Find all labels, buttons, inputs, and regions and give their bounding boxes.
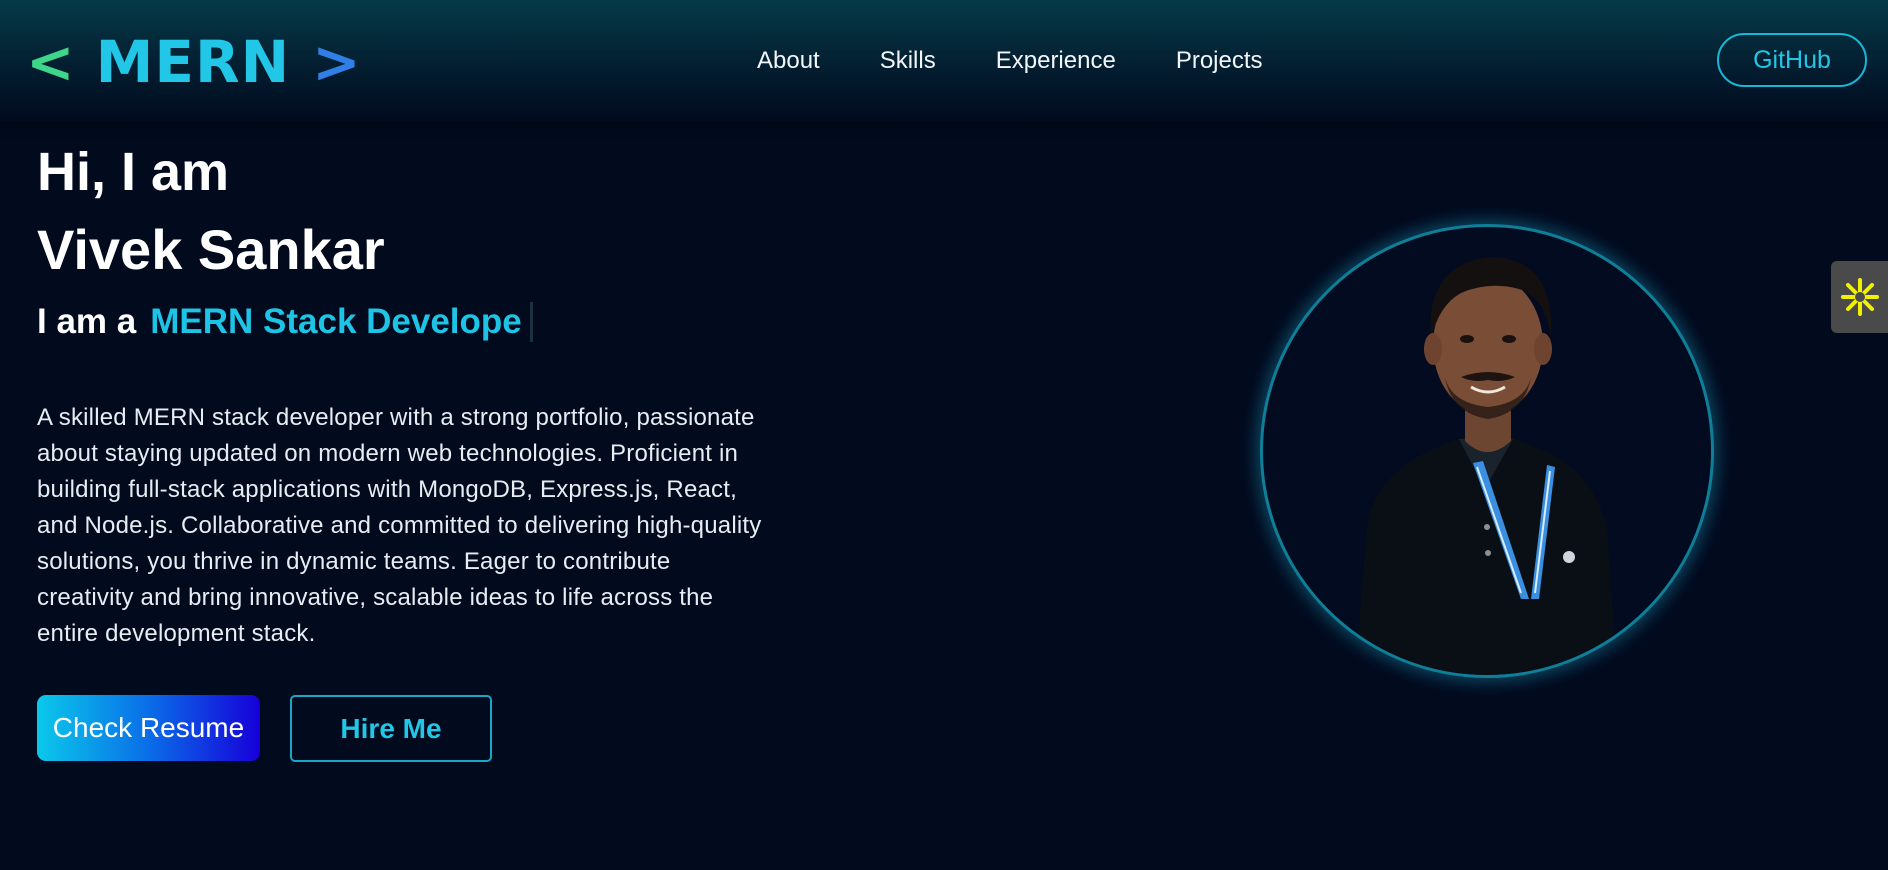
logo-left-bracket: < [26,28,76,96]
avatar [1260,224,1714,678]
role-typed-text: MERN Stack Develope [150,302,522,341]
profile-photo [1355,257,1617,675]
logo[interactable]: < MERN > [26,22,362,102]
nav-links: About Skills Experience Projects [757,40,1263,82]
check-resume-button[interactable]: Check Resume [37,695,260,761]
hero-name: Vivek Sankar [37,218,385,281]
side-widget[interactable] [1831,261,1888,333]
navbar: < MERN > About Skills Experience Project… [0,0,1888,122]
nav-link-about[interactable]: About [757,47,820,75]
hire-me-button[interactable]: Hire Me [290,695,492,762]
github-button[interactable]: GitHub [1717,33,1867,87]
nav-link-skills[interactable]: Skills [880,47,936,75]
logo-right-bracket: > [312,28,362,96]
typing-caret [529,302,533,342]
hero-bio: A skilled MERN stack developer with a st… [37,404,762,647]
nav-link-projects[interactable]: Projects [1176,47,1263,75]
hero-greeting: Hi, I am [37,142,230,202]
logo-text: MERN [95,28,291,96]
role-prefix: I am a [37,302,137,341]
nav-link-experience[interactable]: Experience [996,47,1116,75]
asterisk-icon [1840,278,1879,316]
role-line: I am a MERN Stack Develope [37,298,533,346]
